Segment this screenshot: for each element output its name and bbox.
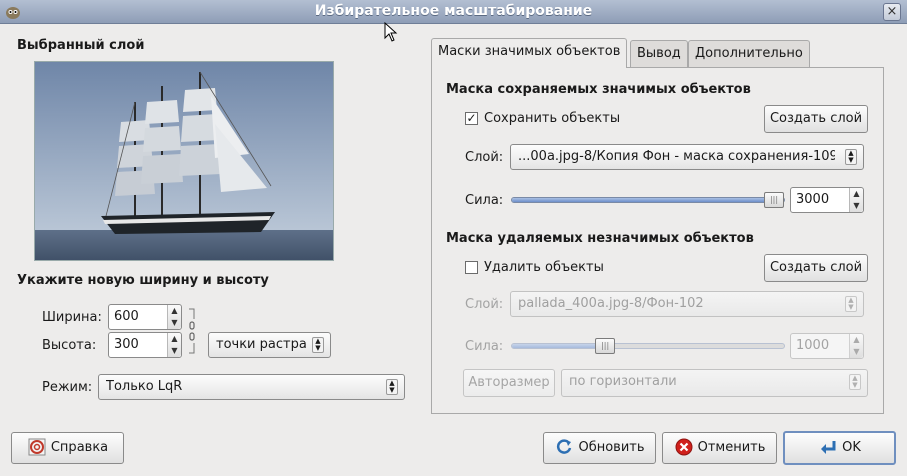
ok-icon: [821, 440, 836, 454]
chain-link-icon[interactable]: [187, 307, 197, 355]
updown-arrow-icon: ▲ ▼: [849, 374, 861, 390]
direction-value: по горизонтали: [569, 374, 677, 389]
preserve-strength-spinbox[interactable]: 3000 ▲ ▼: [790, 187, 864, 213]
discard-strength-value: 1000: [796, 338, 830, 353]
updown-arrow-icon: ▲ ▼: [312, 337, 324, 353]
window-titlebar: Избирательное масштабирование ×: [0, 0, 907, 24]
mouse-pointer-icon: [384, 22, 398, 42]
close-icon: ×: [886, 4, 898, 19]
cancel-icon: [675, 438, 693, 455]
discard-strength-spinbox[interactable]: 1000 ▲ ▼: [790, 333, 864, 359]
direction-select[interactable]: по горизонтали ▲ ▼: [561, 369, 868, 397]
height-label: Высота:: [42, 338, 97, 353]
discard-heading: Маска удаляемых незначимых объектов: [446, 231, 754, 246]
spin-arrows[interactable]: ▲ ▼: [849, 188, 863, 212]
checkmark-icon: ✓: [466, 111, 477, 125]
size-heading: Укажите новую ширину и высоту: [17, 273, 269, 288]
preserve-strength-label: Сила:: [465, 193, 504, 208]
autosize-button[interactable]: Авторазмер: [463, 369, 555, 397]
discard-strength-label: Сила:: [465, 339, 504, 354]
discard-checkbox-label[interactable]: Удалить объекты: [484, 260, 604, 275]
height-spinbox[interactable]: 300 ▲ ▼: [108, 332, 182, 358]
updown-arrow-icon: ▲ ▼: [845, 149, 857, 165]
help-icon: [28, 438, 46, 455]
updown-arrow-icon: ▲ ▼: [386, 379, 398, 395]
slider-fill: [512, 198, 774, 202]
spin-arrows[interactable]: ▲ ▼: [849, 334, 863, 358]
unit-select[interactable]: точки растра ▲ ▼: [208, 332, 331, 358]
ok-button[interactable]: OK: [783, 431, 896, 465]
preserve-layer-label: Слой:: [465, 150, 504, 165]
cancel-label: Отменить: [697, 440, 766, 455]
slider-thumb[interactable]: |||: [595, 338, 616, 354]
tab-masks[interactable]: Маски значимых объектов: [431, 38, 628, 68]
width-label: Ширина:: [42, 310, 102, 325]
preserve-layer-value: ...00a.jpg-8/Копия Фон - маска сохранени…: [518, 149, 835, 164]
discard-layer-value: pallada_400a.jpg-8/Фон-102: [518, 296, 704, 311]
help-label: Справка: [50, 440, 109, 455]
ok-label: OK: [842, 440, 861, 455]
preserve-strength-value: 3000: [796, 192, 830, 207]
discard-create-layer-button[interactable]: Создать слой: [764, 254, 868, 282]
preserve-strength-slider[interactable]: |||: [511, 192, 785, 208]
preserve-checkbox-label[interactable]: Сохранить объекты: [484, 111, 620, 126]
window-title: Избирательное масштабирование: [314, 3, 593, 19]
mode-select[interactable]: Только LqR ▲ ▼: [98, 374, 405, 400]
height-spin-arrows[interactable]: ▲ ▼: [167, 333, 181, 357]
preserve-layer-select[interactable]: ...00a.jpg-8/Копия Фон - маска сохранени…: [510, 144, 864, 170]
help-button[interactable]: Справка: [11, 432, 124, 464]
slider-fill: [512, 344, 606, 348]
close-window-button[interactable]: ×: [883, 3, 901, 21]
refresh-label: Обновить: [578, 440, 645, 455]
ship-image: [35, 62, 333, 260]
cancel-button[interactable]: Отменить: [662, 432, 777, 464]
preserve-create-layer-button[interactable]: Создать слой: [764, 105, 868, 133]
preserve-heading: Маска сохраняемых значимых объектов: [446, 82, 751, 97]
refresh-button[interactable]: Обновить: [543, 432, 656, 464]
slider-thumb[interactable]: |||: [764, 192, 784, 208]
width-spinbox[interactable]: 600 ▲ ▼: [108, 304, 182, 330]
discard-layer-label: Слой:: [465, 297, 504, 312]
tab-output[interactable]: Вывод: [630, 40, 688, 68]
width-spin-arrows[interactable]: ▲ ▼: [167, 305, 181, 329]
selected-layer-heading: Выбранный слой: [17, 38, 145, 53]
mode-label: Режим:: [42, 380, 93, 395]
updown-arrow-icon: ▲ ▼: [845, 296, 857, 312]
mode-value: Только LqR: [106, 379, 183, 394]
width-value: 600: [114, 309, 139, 324]
discard-strength-slider[interactable]: |||: [511, 338, 785, 354]
height-value: 300: [114, 337, 139, 352]
discard-layer-select[interactable]: pallada_400a.jpg-8/Фон-102 ▲ ▼: [510, 291, 864, 317]
discard-checkbox[interactable]: [465, 261, 478, 274]
tab-advanced[interactable]: Дополнительно: [688, 40, 810, 68]
unit-value: точки растра: [216, 337, 307, 352]
preserve-checkbox[interactable]: ✓: [465, 112, 478, 125]
layer-preview-image: [34, 61, 334, 261]
refresh-icon: [557, 438, 572, 454]
